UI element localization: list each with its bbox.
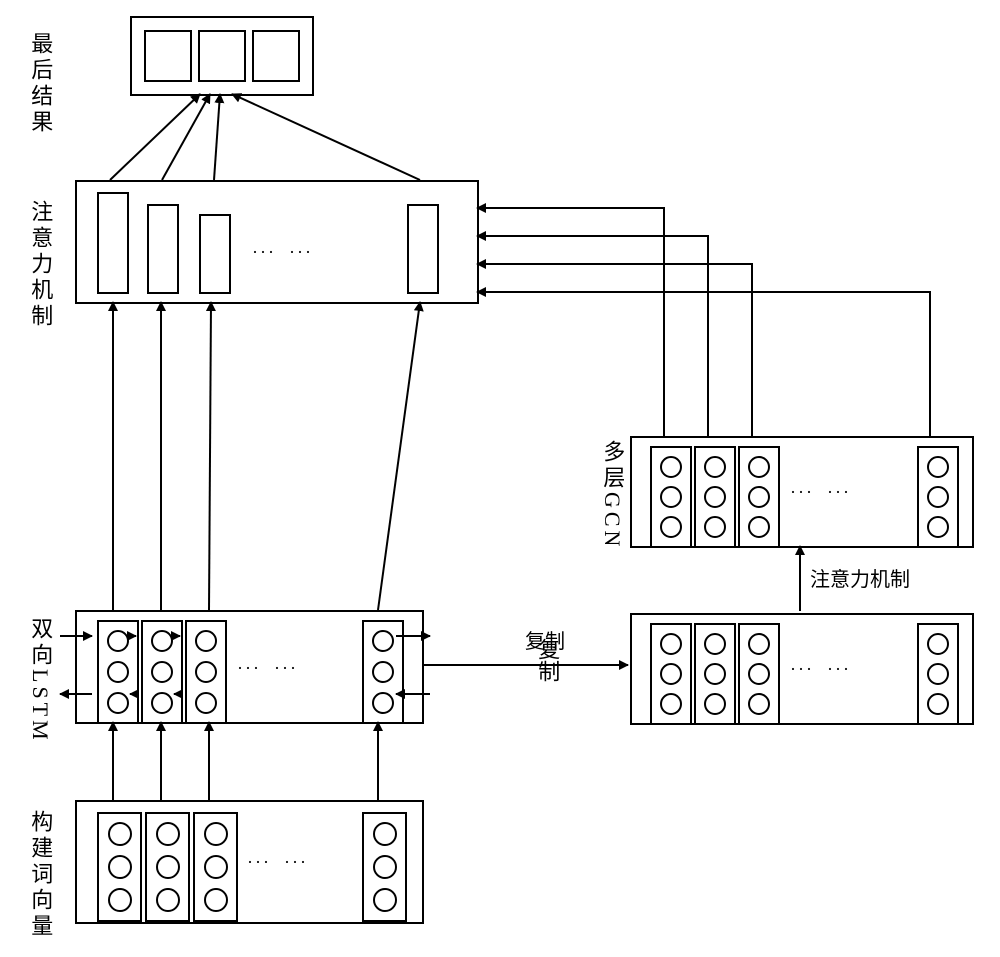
arrows-layer	[0, 0, 1000, 957]
diagram-root: 最后结果 注意力机制 双向LSTM 构建词向量 ··· ···	[0, 0, 1000, 957]
label-copy-vertical: 复制	[535, 635, 559, 685]
